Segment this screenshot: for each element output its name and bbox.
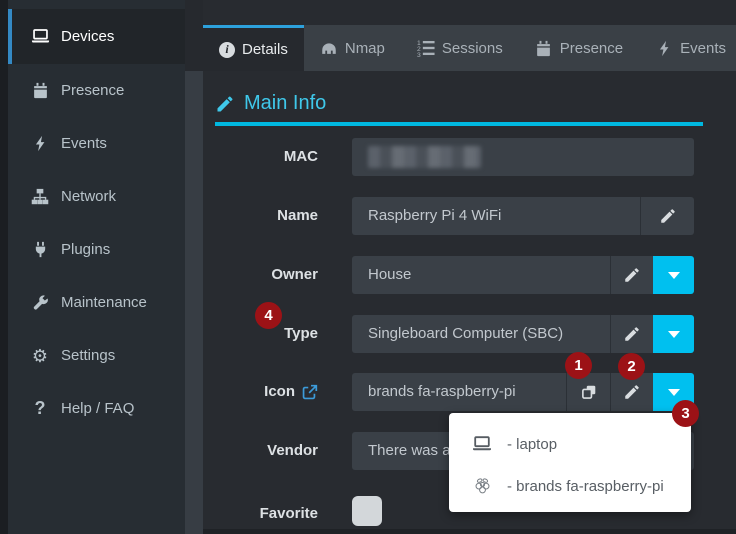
sitemap-icon <box>30 187 50 207</box>
tab-label: Events <box>680 40 726 57</box>
pencil-icon <box>215 94 235 114</box>
pencil-icon <box>623 383 641 401</box>
pencil-icon <box>623 266 641 284</box>
icon-copy-button[interactable] <box>566 373 610 411</box>
icon-dropdown-panel: - laptop - brands fa-raspberry-pi <box>449 413 691 512</box>
owner-edit-button[interactable] <box>610 256 653 294</box>
sidebar-item-help-faq[interactable]: ? Help / FAQ <box>8 382 185 435</box>
dropdown-option-laptop[interactable]: - laptop <box>449 423 691 465</box>
tab-nmap[interactable]: Nmap <box>304 25 401 71</box>
sidebar-item-maintenance[interactable]: Maintenance <box>8 276 185 329</box>
pencil-icon <box>659 207 677 225</box>
laptop-icon <box>30 27 50 47</box>
owner-label: Owner <box>198 256 318 294</box>
type-edit-button[interactable] <box>610 315 653 353</box>
bottom-edge-strip <box>203 529 736 534</box>
sidebar-item-network[interactable]: Network <box>8 170 185 223</box>
sidebar-item-plugins[interactable]: Plugins <box>8 223 185 276</box>
type-dropdown-button[interactable] <box>653 315 694 353</box>
sidebar-item-events[interactable]: Events <box>8 117 185 170</box>
dropdown-option-raspberry-pi[interactable]: - brands fa-raspberry-pi <box>449 465 691 507</box>
section-title-text: Main Info <box>244 92 326 115</box>
bolt-icon <box>655 39 673 57</box>
question-icon: ? <box>30 399 50 419</box>
device-tabbar: i Details Nmap 123 Sessions Presence Ev <box>203 25 736 71</box>
tab-label: Details <box>242 41 288 58</box>
name-field[interactable]: Raspberry Pi 4 WiFi <box>352 197 640 235</box>
raspberry-pi-icon <box>471 475 493 497</box>
type-field[interactable]: Singleboard Computer (SBC) <box>352 315 610 353</box>
main-info-heading: Main Info <box>215 92 326 115</box>
tab-presence[interactable]: Presence <box>519 25 639 71</box>
annotation-badge-3: 3 <box>672 400 699 427</box>
sidebar-menu: Devices Presence Events Network <box>8 9 185 435</box>
calendar-icon <box>30 81 50 101</box>
gear-icon: ⚙ <box>30 346 50 366</box>
owner-field[interactable]: House <box>352 256 610 294</box>
name-label: Name <box>198 197 318 235</box>
left-edge-strip <box>0 0 8 534</box>
tab-label: Sessions <box>442 40 503 57</box>
tab-sessions[interactable]: 123 Sessions <box>401 25 519 71</box>
name-edit-button[interactable] <box>640 197 694 235</box>
device-details-page: Devices Presence Events Network <box>0 0 736 534</box>
svg-text:3: 3 <box>417 52 421 57</box>
sidebar-item-label: Presence <box>61 82 124 99</box>
chevron-down-icon <box>668 389 680 396</box>
section-underline <box>215 122 703 126</box>
calendar-icon <box>535 39 553 57</box>
sidebar-item-label: Help / FAQ <box>61 400 134 417</box>
sidebar-item-label: Maintenance <box>61 294 147 311</box>
chevron-down-icon <box>668 272 680 279</box>
tab-details[interactable]: i Details <box>203 25 304 71</box>
favorite-label: Favorite <box>198 495 318 533</box>
tab-label: Nmap <box>345 40 385 57</box>
chevron-down-icon <box>668 331 680 338</box>
icon-label-text: Icon <box>264 373 295 411</box>
pencil-icon <box>623 325 641 343</box>
bolt-icon <box>30 134 50 154</box>
sidebar-item-devices[interactable]: Devices <box>8 9 185 64</box>
dome-icon <box>320 39 338 57</box>
annotation-badge-2: 2 <box>618 353 645 380</box>
annotation-badge-4: 4 <box>255 302 282 329</box>
icon-label: Icon <box>198 373 318 411</box>
favorite-checkbox[interactable] <box>352 496 382 526</box>
list-ol-icon: 123 <box>417 39 435 57</box>
dropdown-option-label: - laptop <box>507 436 557 453</box>
plug-icon <box>30 240 50 260</box>
sidebar: Devices Presence Events Network <box>8 0 185 534</box>
annotation-badge-1: 1 <box>565 352 592 379</box>
vendor-label: Vendor <box>198 432 318 470</box>
mac-label: MAC <box>198 138 318 176</box>
copy-icon <box>580 383 598 401</box>
dropdown-option-label: - brands fa-raspberry-pi <box>507 478 664 495</box>
laptop-icon <box>471 433 493 455</box>
tab-label: Presence <box>560 40 623 57</box>
mac-redacted-value <box>368 146 481 168</box>
sidebar-item-label: Network <box>61 188 116 205</box>
owner-dropdown-button[interactable] <box>653 256 694 294</box>
info-circle-icon: i <box>219 42 235 58</box>
sidebar-item-presence[interactable]: Presence <box>8 64 185 117</box>
sidebar-item-label: Settings <box>61 347 115 364</box>
sidebar-item-label: Devices <box>61 28 114 45</box>
external-link-icon[interactable] <box>301 384 318 401</box>
sidebar-item-label: Events <box>61 135 107 152</box>
wrench-icon <box>30 293 50 313</box>
sidebar-item-label: Plugins <box>61 241 110 258</box>
sidebar-item-settings[interactable]: ⚙ Settings <box>8 329 185 382</box>
icon-field[interactable]: brands fa-raspberry-pi <box>352 373 566 411</box>
tab-events[interactable]: Events <box>639 25 736 71</box>
